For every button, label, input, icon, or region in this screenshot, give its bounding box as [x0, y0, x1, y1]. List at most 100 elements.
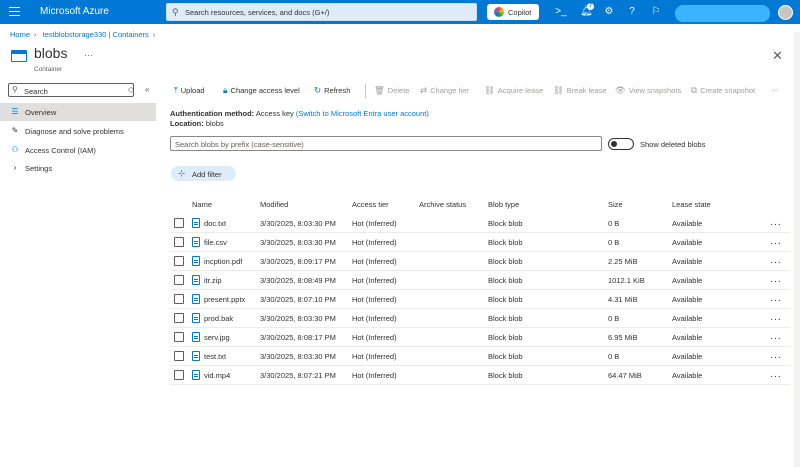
toolbar-more-icon[interactable]: ··· [771, 85, 779, 97]
column-header-lease-state[interactable]: Lease state [672, 200, 711, 209]
row-checkbox[interactable] [174, 370, 184, 380]
sidebar-item-settings[interactable]: › Settings [0, 159, 156, 177]
toggle-knob [611, 141, 617, 147]
hamburger-menu-icon[interactable] [9, 7, 20, 17]
blob-type: Block blob [488, 238, 523, 247]
breadcrumb: Home › testblobstorage330 | Containers › [10, 30, 159, 39]
change-tier-label: Change tier [430, 86, 469, 95]
blob-name[interactable]: incption.pdf [204, 257, 242, 266]
row-more-icon[interactable]: ··· [770, 352, 782, 363]
delete-button[interactable]: 🗑︎ Delete [374, 85, 409, 97]
table-row[interactable]: file.csv 3/30/2025, 8:03:30 PM Hot (Inferr… [170, 233, 790, 252]
blob-name[interactable]: present.pptx [204, 295, 245, 304]
row-more-icon[interactable]: ··· [770, 333, 782, 344]
page-subtitle: Container [34, 66, 63, 73]
row-more-icon[interactable]: ··· [770, 238, 782, 249]
blob-search-placeholder: Search blobs by prefix (case-sensitive) [175, 140, 304, 149]
change-access-level-button[interactable]: 🔒︎ Change access level [223, 85, 300, 97]
row-checkbox[interactable] [174, 313, 184, 323]
add-filter-label: Add filter [192, 169, 222, 179]
close-icon[interactable]: ✕ [772, 48, 783, 64]
table-row[interactable]: serv.jpg 3/30/2025, 8:08:17 PM Hot (Inferr… [170, 328, 790, 347]
blob-name[interactable]: prod.bak [204, 314, 233, 323]
column-header-blob-type[interactable]: Blob type [488, 200, 519, 209]
row-more-icon[interactable]: ··· [770, 314, 782, 325]
row-checkbox[interactable] [174, 275, 184, 285]
sidebar-item-overview[interactable]: ☰ Overview [0, 103, 156, 121]
create-snapshot-button[interactable]: ⧉ Create snapshot [691, 85, 755, 97]
table-row[interactable]: test.txt 3/30/2025, 8:03:30 PM Hot (Inferr… [170, 347, 790, 366]
row-checkbox[interactable] [174, 237, 184, 247]
broken-link-icon: ⛓︎ [553, 85, 564, 95]
avatar[interactable] [778, 5, 793, 20]
row-checkbox[interactable] [174, 351, 184, 361]
sidebar-item-diagnose[interactable]: ✎ Diagnose and solve problems [0, 122, 156, 140]
blob-size: 1012.1 KiB [608, 276, 645, 285]
acquire-lease-label: Acquire lease [497, 86, 544, 95]
add-filter-button[interactable]: ⊹ Add filter [171, 166, 236, 181]
row-more-icon[interactable]: ··· [770, 257, 782, 268]
blob-name[interactable]: itr.zip [204, 276, 222, 285]
row-more-icon[interactable]: ··· [770, 295, 782, 306]
row-more-icon[interactable]: ··· [770, 371, 782, 382]
help-icon[interactable]: ? [626, 6, 638, 18]
page-scrollbar[interactable] [794, 32, 800, 467]
show-deleted-toggle[interactable] [608, 138, 634, 150]
row-checkbox[interactable] [174, 256, 184, 266]
table-row[interactable]: present.pptx 3/30/2025, 8:07:10 PM Hot (In… [170, 290, 790, 309]
copilot-button[interactable]: Copilot [487, 4, 539, 20]
row-more-icon[interactable]: ··· [770, 219, 782, 230]
blob-name[interactable]: file.csv [204, 238, 227, 247]
sidebar-item-iam[interactable]: ⚇ Access Control (IAM) [0, 141, 156, 159]
column-header-name[interactable]: Name [192, 200, 212, 209]
column-header-archive-status[interactable]: Archive status [419, 200, 466, 209]
blob-name[interactable]: serv.jpg [204, 333, 230, 342]
cloud-shell-icon[interactable]: >_ [555, 6, 567, 18]
lock-icon: 🔒︎ [223, 85, 228, 95]
row-checkbox[interactable] [174, 332, 184, 342]
table-row[interactable]: itr.zip 3/30/2025, 8:08:49 PM Hot (Inferre… [170, 271, 790, 290]
blob-name[interactable]: test.txt [204, 352, 226, 361]
refresh-button[interactable]: ↻ Refresh [314, 85, 350, 97]
row-checkbox[interactable] [174, 218, 184, 228]
account-name-redacted[interactable] [675, 5, 770, 22]
blob-prefix-search-input[interactable]: Search blobs by prefix (case-sensitive) [170, 136, 602, 151]
blob-access-tier: Hot (Inferred) [352, 238, 397, 247]
row-more-icon[interactable]: ··· [770, 276, 782, 287]
more-options-icon[interactable]: ··· [84, 50, 93, 60]
change-tier-button[interactable]: ⇄ Change tier [420, 85, 469, 97]
table-row[interactable]: prod.bak 3/30/2025, 8:03:30 PM Hot (Inferr… [170, 309, 790, 328]
settings-gear-icon[interactable]: ⚙ [603, 6, 615, 18]
view-snapshots-button[interactable]: 👁︎ View snapshots [615, 85, 681, 97]
breadcrumb-home[interactable]: Home [10, 30, 30, 39]
table-row[interactable]: incption.pdf 3/30/2025, 8:09:17 PM Hot (In… [170, 252, 790, 271]
feedback-icon[interactable]: ⚐ [650, 6, 662, 18]
blob-name[interactable]: vid.mp4 [204, 371, 230, 380]
blob-modified: 3/30/2025, 8:08:17 PM [260, 333, 336, 342]
switch-auth-link[interactable]: (Switch to Microsoft Entra user account) [296, 109, 429, 118]
upload-button[interactable]: ⤒ Upload [174, 85, 205, 97]
portal-brand[interactable]: Microsoft Azure [40, 6, 109, 17]
break-lease-label: Break lease [566, 86, 607, 95]
global-search-input[interactable]: ⚲ Search resources, services, and docs (… [166, 3, 477, 21]
sidebar-search-input[interactable]: ⚲ Search [8, 83, 134, 97]
column-header-access-tier[interactable]: Access tier [352, 200, 389, 209]
row-checkbox[interactable] [174, 294, 184, 304]
collapse-sidebar-icon[interactable]: « [145, 85, 149, 94]
blob-size: 0 B [608, 314, 620, 323]
blob-lease-state: Available [672, 314, 703, 323]
trash-icon: 🗑︎ [374, 85, 385, 95]
auth-method-value: Access key [255, 109, 294, 118]
column-header-size[interactable]: Size [608, 200, 623, 209]
blob-name[interactable]: doc.txt [204, 219, 226, 228]
acquire-lease-button[interactable]: ⛓︎ Acquire lease [484, 85, 543, 97]
column-header-modified[interactable]: Modified [260, 200, 288, 209]
break-lease-button[interactable]: ⛓︎ Break lease [553, 85, 606, 97]
file-icon [192, 275, 200, 285]
auth-method-label: Authentication method: [170, 109, 255, 118]
blob-access-tier: Hot (Inferred) [352, 333, 397, 342]
sidebar-expand-icon[interactable]: ◇ [128, 85, 134, 94]
table-row[interactable]: vid.mp4 3/30/2025, 8:07:21 PM Hot (Inferre… [170, 366, 790, 385]
breadcrumb-storage-account[interactable]: testblobstorage330 | Containers [43, 30, 149, 39]
table-row[interactable]: doc.txt 3/30/2025, 8:03:30 PM Hot (Inferre… [170, 214, 790, 233]
